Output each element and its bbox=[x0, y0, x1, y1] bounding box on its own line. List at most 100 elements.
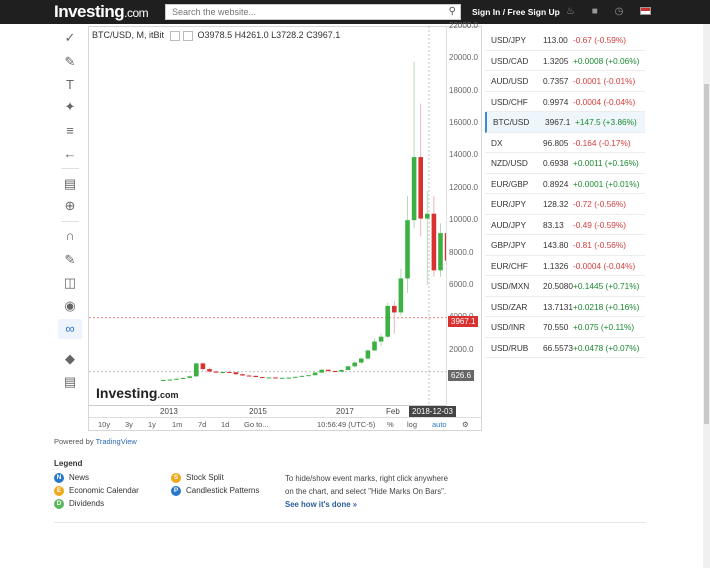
search-input[interactable] bbox=[166, 5, 442, 19]
quote-symbol[interactable]: BTC/USD bbox=[493, 117, 529, 127]
percent-toggle[interactable]: % bbox=[387, 420, 394, 429]
current-price-tag: 3967.1 bbox=[448, 316, 479, 327]
candle-body bbox=[418, 157, 423, 219]
quote-change: -0.0001 (-0.01%) bbox=[573, 76, 636, 86]
range-1d[interactable]: 1d bbox=[221, 420, 229, 429]
quote-change: -0.67 (-0.59%) bbox=[573, 35, 627, 45]
fib-icon[interactable]: ≡ bbox=[58, 121, 82, 141]
link-icon[interactable]: ∞ bbox=[58, 319, 82, 339]
y-tick-label: 10000.0 bbox=[449, 215, 478, 225]
quote-symbol[interactable]: USD/RUB bbox=[491, 343, 528, 353]
chart-settings-icon[interactable]: ⚙ bbox=[462, 420, 469, 429]
watchlist-row[interactable]: USD/MXN 20.5080 +0.1445 (+0.71%) bbox=[485, 276, 645, 297]
quote-symbol[interactable]: GBP/JPY bbox=[491, 240, 526, 250]
watchlist-row[interactable]: USD/CHF 0.9974 -0.0004 (-0.04%) bbox=[485, 92, 645, 112]
candle-body bbox=[293, 376, 298, 378]
clock-icon[interactable]: ◷ bbox=[615, 6, 624, 17]
legend-item: S Stock Split bbox=[171, 473, 224, 483]
quote-change: -0.72 (-0.56%) bbox=[573, 199, 627, 209]
eye-icon[interactable]: ◉ bbox=[58, 296, 82, 316]
candle-body bbox=[279, 377, 285, 379]
layers-icon[interactable]: ◆ bbox=[58, 349, 82, 369]
candle-body bbox=[411, 157, 417, 221]
site-logo[interactable]: Investing.com bbox=[54, 2, 149, 22]
watchlist-row[interactable]: DX 96.805 -0.164 (-0.17%) bbox=[485, 133, 645, 153]
quote-symbol[interactable]: USD/CHF bbox=[491, 97, 528, 107]
search-box[interactable]: ⚲ bbox=[165, 4, 461, 20]
quotes-watchlist: USD/JPY 113.00 -0.67 (-0.59%) USD/CAD 1.3205… bbox=[485, 30, 645, 358]
range-1y[interactable]: 1y bbox=[148, 420, 156, 429]
auto-toggle[interactable]: auto bbox=[432, 420, 447, 429]
candle-body bbox=[339, 370, 344, 372]
pattern-icon[interactable]: ✦ bbox=[58, 97, 82, 117]
legend-badge-icon: N bbox=[54, 473, 64, 483]
range-10y[interactable]: 10y bbox=[98, 420, 110, 429]
sign-in-link[interactable]: Sign In / Free Sign Up bbox=[472, 7, 560, 17]
quote-symbol[interactable]: USD/MXN bbox=[491, 281, 529, 291]
watchlist-row[interactable]: USD/CAD 1.3205 +0.0008 (+0.06%) bbox=[485, 51, 645, 71]
goto-button[interactable]: Go to... bbox=[244, 420, 269, 429]
watchlist-row[interactable]: BTC/USD 3967.1 +147.5 (+3.86%) bbox=[485, 112, 645, 133]
text-icon[interactable]: T bbox=[58, 75, 82, 95]
quote-change: -0.49 (-0.59%) bbox=[573, 219, 627, 230]
candle-body bbox=[273, 377, 278, 379]
quote-symbol[interactable]: EUR/CHF bbox=[491, 261, 528, 271]
trash-icon[interactable]: ▤ bbox=[58, 372, 82, 392]
event-marks-hint: To hide/show event marks, right click an… bbox=[285, 474, 448, 509]
candle-body bbox=[326, 369, 331, 371]
page-scrollbar[interactable] bbox=[703, 24, 710, 568]
candle-body bbox=[213, 371, 219, 373]
lock-icon[interactable]: ◫ bbox=[58, 273, 82, 293]
quote-symbol[interactable]: EUR/JPY bbox=[491, 199, 526, 209]
quote-last: 0.7357 bbox=[543, 76, 569, 86]
flag-icon[interactable] bbox=[640, 7, 652, 16]
quote-symbol[interactable]: AUD/JPY bbox=[491, 220, 526, 230]
magnet-icon[interactable]: ∩ bbox=[58, 226, 82, 246]
quote-symbol[interactable]: USD/CAD bbox=[491, 56, 528, 66]
quote-symbol[interactable]: USD/INR bbox=[491, 322, 525, 332]
quote-change: -0.0004 (-0.04%) bbox=[573, 96, 636, 107]
watchlist-row[interactable]: USD/JPY 113.00 -0.67 (-0.59%) bbox=[485, 30, 645, 51]
measure-icon[interactable]: ▤ bbox=[58, 174, 82, 194]
quote-symbol[interactable]: USD/JPY bbox=[491, 35, 526, 45]
range-7d[interactable]: 7d bbox=[198, 420, 206, 429]
watchlist-row[interactable]: USD/INR 70.550 +0.075 (+0.11%) bbox=[485, 317, 645, 338]
watchlist-row[interactable]: USD/ZAR 13.7131 +0.0218 (+0.16%) bbox=[485, 297, 645, 317]
log-toggle[interactable]: log bbox=[407, 420, 417, 429]
see-how-link[interactable]: See how it's done » bbox=[285, 500, 357, 509]
candle-body bbox=[174, 378, 179, 380]
brush-icon[interactable]: ✎ bbox=[58, 52, 82, 72]
watchlist-row[interactable]: GBP/JPY 143.80 -0.81 (-0.56%) bbox=[485, 235, 645, 256]
watchlist-row[interactable]: EUR/GBP 0.8924 +0.0001 (+0.01%) bbox=[485, 174, 645, 194]
watchlist-row[interactable]: EUR/JPY 128.32 -0.72 (-0.56%) bbox=[485, 194, 645, 215]
candle-body bbox=[194, 363, 199, 377]
watchlist-row[interactable]: EUR/CHF 1.1326 -0.0004 (-0.04%) bbox=[485, 256, 645, 276]
candle-body bbox=[431, 213, 437, 271]
quote-symbol[interactable]: USD/ZAR bbox=[491, 302, 527, 312]
range-3y[interactable]: 3y bbox=[125, 420, 133, 429]
lock-drawing-icon[interactable]: ✎ bbox=[58, 250, 82, 270]
candlestick-chart[interactable] bbox=[89, 26, 446, 416]
watchlist-row[interactable]: AUD/JPY 83.13 -0.49 (-0.59%) bbox=[485, 215, 645, 235]
search-icon[interactable]: ⚲ bbox=[449, 6, 456, 17]
quote-change: -0.164 (-0.17%) bbox=[573, 137, 631, 148]
trend-line-icon[interactable]: ✓ bbox=[58, 28, 82, 48]
quote-last: 96.805 bbox=[543, 137, 569, 148]
quote-change: +0.0478 (+0.07%) bbox=[573, 342, 640, 353]
zoom-icon[interactable]: ⊕ bbox=[58, 196, 82, 216]
candle-body bbox=[332, 370, 338, 372]
tradingview-link[interactable]: TradingView bbox=[96, 437, 137, 446]
range-1m[interactable]: 1m bbox=[172, 420, 182, 429]
quote-symbol[interactable]: NZD/USD bbox=[491, 158, 528, 168]
bell-icon[interactable]: ♨ bbox=[566, 6, 575, 17]
back-arrow-icon[interactable]: ← bbox=[58, 144, 82, 164]
quote-symbol[interactable]: DX bbox=[491, 138, 503, 148]
candle-body bbox=[365, 350, 371, 359]
watchlist-row[interactable]: NZD/USD 0.6938 +0.0011 (+0.16%) bbox=[485, 153, 645, 174]
quote-symbol[interactable]: AUD/USD bbox=[491, 76, 528, 86]
quote-symbol[interactable]: EUR/GBP bbox=[491, 179, 528, 189]
briefcase-icon[interactable]: ■ bbox=[592, 6, 598, 17]
watchlist-row[interactable]: AUD/USD 0.7357 -0.0001 (-0.01%) bbox=[485, 71, 645, 92]
candle-body bbox=[312, 372, 318, 376]
watchlist-row[interactable]: USD/RUB 66.5573 +0.0478 (+0.07%) bbox=[485, 338, 645, 358]
